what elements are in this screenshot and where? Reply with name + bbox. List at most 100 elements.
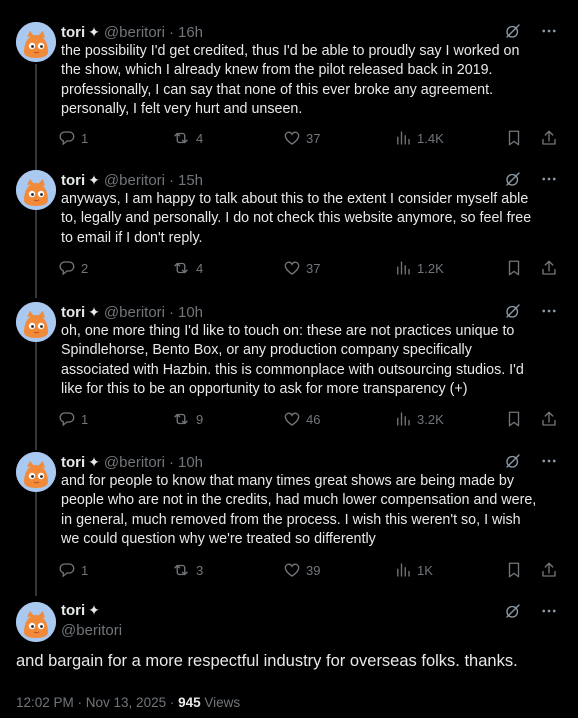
repost-button[interactable]: 4 xyxy=(171,259,203,277)
views-button[interactable]: 1K xyxy=(394,561,433,579)
like-icon xyxy=(283,259,301,277)
repost-icon xyxy=(171,129,191,147)
avatar[interactable] xyxy=(16,302,56,342)
verified-badge: ✦ xyxy=(88,453,100,470)
like-button[interactable]: 46 xyxy=(283,410,320,428)
tweet-time[interactable]: 10h xyxy=(178,304,203,321)
grok-icon[interactable] xyxy=(504,170,522,188)
tweet-time[interactable]: 16h xyxy=(178,24,203,41)
tweet-time[interactable]: 10h xyxy=(178,454,203,471)
share-button[interactable] xyxy=(540,129,558,147)
author-handle[interactable]: @beritori xyxy=(104,172,165,189)
repost-button[interactable]: 4 xyxy=(171,129,203,147)
views-button[interactable]: 3.2K xyxy=(394,410,444,428)
reply-button[interactable]: 1 xyxy=(58,561,88,579)
reply-icon xyxy=(58,129,76,147)
repost-count: 9 xyxy=(196,411,204,427)
more-icon[interactable] xyxy=(540,452,558,470)
header-icons xyxy=(504,602,558,620)
views-icon xyxy=(394,410,412,428)
header-icons xyxy=(504,302,558,320)
like-count: 46 xyxy=(306,411,321,427)
views-count: 1.4K xyxy=(417,130,444,146)
action-bar: 1 9 46 3.2K xyxy=(58,410,563,430)
grok-icon[interactable] xyxy=(504,452,522,470)
bookmark-button[interactable] xyxy=(505,259,523,277)
author-name[interactable]: tori xyxy=(61,602,85,619)
more-icon[interactable] xyxy=(540,22,558,40)
more-icon[interactable] xyxy=(540,302,558,320)
reply-button[interactable]: 2 xyxy=(58,259,88,277)
bookmark-icon xyxy=(505,410,523,428)
more-icon[interactable] xyxy=(540,602,558,620)
action-bar: 1 3 39 1K xyxy=(58,561,563,581)
separator-dot: · xyxy=(168,171,174,189)
like-button[interactable]: 37 xyxy=(283,259,320,277)
like-icon xyxy=(283,129,301,147)
share-button[interactable] xyxy=(540,410,558,428)
separator-dot: · xyxy=(168,453,174,471)
bookmark-button[interactable] xyxy=(505,561,523,579)
share-icon xyxy=(540,410,558,428)
reply-icon xyxy=(58,259,76,277)
share-icon xyxy=(540,259,558,277)
avatar[interactable] xyxy=(16,170,56,210)
grok-icon[interactable] xyxy=(504,22,522,40)
repost-icon xyxy=(171,561,191,579)
verified-badge: ✦ xyxy=(88,602,100,618)
tweet-header: tori ✦ @beritori · 15h xyxy=(61,170,566,190)
share-icon xyxy=(540,129,558,147)
share-button[interactable] xyxy=(540,259,558,277)
author-handle[interactable]: @beritori xyxy=(104,454,165,471)
reply-count: 1 xyxy=(81,562,89,578)
reply-count: 2 xyxy=(81,260,89,276)
bookmark-button[interactable] xyxy=(505,129,523,147)
repost-button[interactable]: 9 xyxy=(171,410,203,428)
share-icon xyxy=(540,561,558,579)
views-icon xyxy=(394,561,412,579)
author-name[interactable]: tori xyxy=(61,454,85,471)
author-handle[interactable]: @beritori xyxy=(61,622,122,639)
tweet-header: tori ✦ @beritori · 10h xyxy=(61,452,566,472)
grok-icon[interactable] xyxy=(504,602,522,620)
timestamp[interactable]: 12:02 PM · Nov 13, 2025 · xyxy=(16,695,178,710)
tweet-time[interactable]: 15h xyxy=(178,172,203,189)
bookmark-icon xyxy=(505,561,523,579)
like-count: 37 xyxy=(306,130,321,146)
header-icons xyxy=(504,170,558,188)
tweet-text: and for people to know that many times g… xyxy=(61,473,537,547)
like-count: 37 xyxy=(306,260,321,276)
bookmark-button[interactable] xyxy=(505,410,523,428)
avatar[interactable] xyxy=(16,22,56,62)
share-button[interactable] xyxy=(540,561,558,579)
author-handle[interactable]: @beritori xyxy=(104,24,165,41)
views-button[interactable]: 1.4K xyxy=(394,129,444,147)
repost-icon xyxy=(171,259,191,277)
grok-icon[interactable] xyxy=(504,302,522,320)
thread-line xyxy=(35,64,37,170)
author-name[interactable]: tori xyxy=(61,172,85,189)
like-button[interactable]: 37 xyxy=(283,129,320,147)
bookmark-icon xyxy=(505,259,523,277)
reply-count: 1 xyxy=(81,130,89,146)
verified-badge: ✦ xyxy=(88,303,100,320)
thread-line xyxy=(35,206,37,298)
tweet-text: anyways, I am happy to talk about this t… xyxy=(61,191,532,246)
reply-button[interactable]: 1 xyxy=(58,129,88,147)
tweet-text: the possibility I'd get credited, thus I… xyxy=(61,43,520,117)
more-icon[interactable] xyxy=(540,170,558,188)
like-button[interactable]: 39 xyxy=(283,561,320,579)
like-count: 39 xyxy=(306,562,321,578)
views-count: 1K xyxy=(417,562,433,578)
repost-count: 4 xyxy=(196,130,204,146)
author-name[interactable]: tori xyxy=(61,24,85,41)
views-button[interactable]: 1.2K xyxy=(394,259,444,277)
author-handle[interactable]: @beritori xyxy=(104,304,165,321)
repost-button[interactable]: 3 xyxy=(171,561,203,579)
verified-badge: ✦ xyxy=(88,23,100,40)
avatar[interactable] xyxy=(16,452,56,492)
avatar[interactable] xyxy=(16,602,56,642)
repost-icon xyxy=(171,410,191,428)
reply-button[interactable]: 1 xyxy=(58,410,88,428)
author-name[interactable]: tori xyxy=(61,304,85,321)
